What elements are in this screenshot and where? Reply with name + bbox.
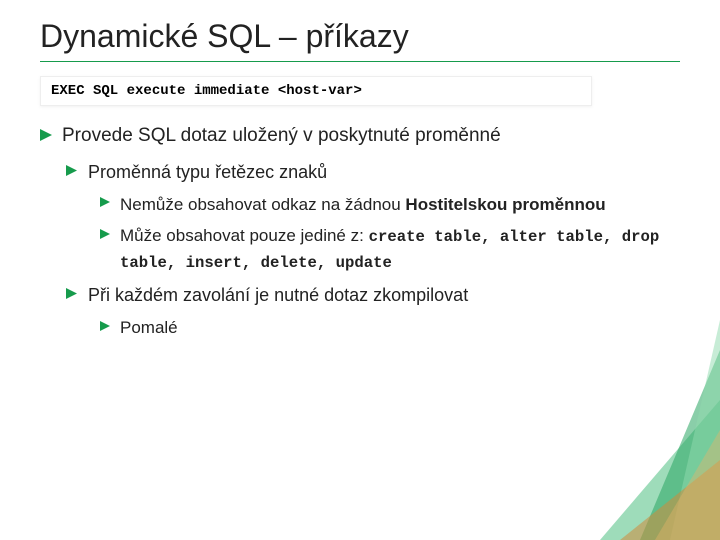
bullet-level3: Pomalé xyxy=(100,315,680,341)
bullet-text-prefix: Nemůže obsahovat odkaz na žádnou xyxy=(120,195,405,214)
bullet-text-bold: Hostitelskou proměnnou xyxy=(405,195,605,214)
bullet-text: Při každém zavolání je nutné dotaz zkomp… xyxy=(88,285,468,305)
code-box: EXEC SQL execute immediate <host-var> xyxy=(40,76,592,106)
arrow-icon xyxy=(40,129,52,141)
bullet-text-prefix: Může obsahovat pouze jediné z: xyxy=(120,226,369,245)
arrow-icon xyxy=(100,229,110,239)
arrow-icon xyxy=(100,197,110,207)
corner-decoration xyxy=(560,320,720,540)
bullet-level2: Při každém zavolání je nutné dotaz zkomp… xyxy=(66,282,680,309)
arrow-icon xyxy=(66,165,77,176)
arrow-icon xyxy=(66,288,77,299)
bullet-level1: Provede SQL dotaz uložený v poskytnuté p… xyxy=(40,122,680,151)
bullet-level3: Nemůže obsahovat odkaz na žádnou Hostite… xyxy=(100,192,680,218)
slide: Dynamické SQL – příkazy EXEC SQL execute… xyxy=(0,0,720,540)
bullet-text: Pomalé xyxy=(120,318,178,337)
bullet-text: Provede SQL dotaz uložený v poskytnuté p… xyxy=(62,125,501,146)
bullet-level2: Proměnná typu řetězec znaků xyxy=(66,159,680,186)
slide-title: Dynamické SQL – příkazy xyxy=(40,18,680,55)
arrow-icon xyxy=(100,321,110,331)
bullet-text: Proměnná typu řetězec znaků xyxy=(88,162,327,182)
bullet-level3: Může obsahovat pouze jediné z: create ta… xyxy=(100,223,680,276)
content: Provede SQL dotaz uložený v poskytnuté p… xyxy=(40,122,680,340)
title-underline xyxy=(40,61,680,62)
